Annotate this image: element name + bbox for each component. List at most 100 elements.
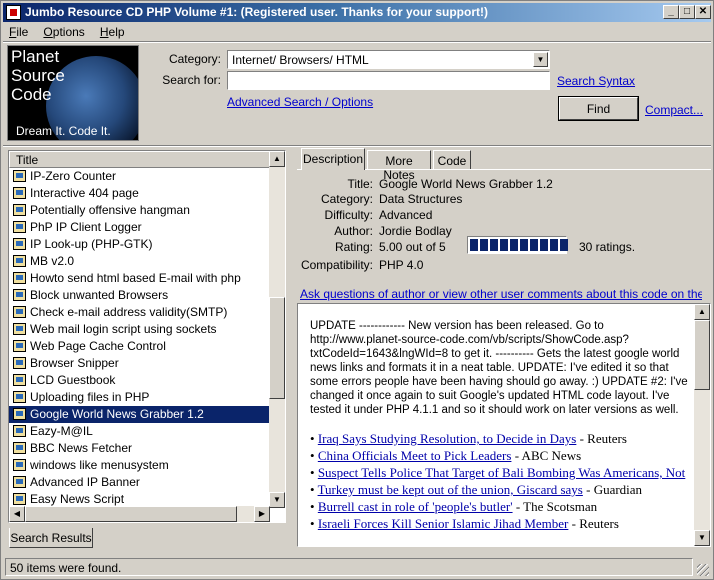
result-list-item[interactable]: Uploading files in PHP xyxy=(9,389,270,406)
scroll-down-button[interactable]: ▼ xyxy=(269,492,285,508)
result-list-item[interactable]: windows like menusystem xyxy=(9,457,270,474)
news-headline-link[interactable]: Iraq Says Studying Resolution, to Decide… xyxy=(318,431,577,446)
search-input[interactable] xyxy=(227,71,550,90)
find-button[interactable]: Find xyxy=(559,97,638,120)
tab-search-results[interactable]: Search Results xyxy=(9,528,93,548)
code-file-icon xyxy=(13,323,26,335)
news-item: • Suspect Tells Police That Target of Ba… xyxy=(310,464,694,481)
news-headline-link[interactable]: Suspect Tells Police That Target of Bali… xyxy=(318,465,685,480)
news-headline-link[interactable]: Israeli Forces Kill Senior Islamic Jihad… xyxy=(318,516,569,531)
news-headline-link[interactable]: Turkey must be kept out of the union, Gi… xyxy=(318,482,583,497)
category-select[interactable]: Internet/ Browsers/ HTML ▼ xyxy=(227,50,550,69)
menu-options[interactable]: Options xyxy=(37,23,90,41)
result-list-item[interactable]: Potentially offensive hangman xyxy=(9,202,270,219)
code-compatibility: PHP 4.0 xyxy=(379,258,424,272)
news-item: • Iraq Says Studying Resolution, to Deci… xyxy=(310,430,694,447)
menu-file[interactable]: File xyxy=(3,23,34,41)
compatibility-field-label: Compatibility: xyxy=(300,258,373,272)
scroll-right-button[interactable]: ▶ xyxy=(254,506,270,522)
code-file-icon xyxy=(13,289,26,301)
code-file-icon xyxy=(13,476,26,488)
bullet-icon: • xyxy=(310,482,318,497)
code-file-icon xyxy=(13,340,26,352)
content-vertical-scrollbar[interactable]: ▲ ▼ xyxy=(694,304,710,546)
result-list-item[interactable]: IP-Zero Counter xyxy=(9,168,270,185)
result-list-item[interactable]: Howto send html based E-mail with php xyxy=(9,270,270,287)
result-title: windows like menusystem xyxy=(30,458,169,472)
news-source: - ABC News xyxy=(511,448,582,463)
logo-tagline: Dream It. Code It. xyxy=(16,124,111,138)
rating-field-label: Rating: xyxy=(334,240,373,254)
news-source: - Guardian xyxy=(582,482,643,497)
rating-segment xyxy=(500,239,508,251)
code-file-icon xyxy=(13,170,26,182)
result-list-item[interactable]: IP Look-up (PHP-GTK) xyxy=(9,236,270,253)
code-file-icon xyxy=(13,255,26,267)
tab-more-notes[interactable]: More Notes xyxy=(367,150,431,182)
title-column-header[interactable]: Title xyxy=(9,151,270,168)
code-file-icon xyxy=(13,408,26,420)
result-list-item[interactable]: Check e-mail address validity(SMTP) xyxy=(9,304,270,321)
resize-grip-icon[interactable] xyxy=(697,564,709,576)
results-list: IP-Zero Counter Interactive 404 page Poten… xyxy=(9,168,270,508)
menu-divider xyxy=(3,41,711,43)
result-list-item[interactable]: Browser Snipper xyxy=(9,355,270,372)
code-file-icon xyxy=(13,272,26,284)
scroll-thumb[interactable] xyxy=(269,297,285,399)
advanced-search-link[interactable]: Advanced Search / Options xyxy=(227,95,373,109)
category-label: Category: xyxy=(168,52,221,66)
news-list: • Iraq Says Studying Resolution, to Deci… xyxy=(310,430,694,532)
search-syntax-link[interactable]: Search Syntax xyxy=(557,74,635,88)
result-list-item[interactable]: BBC News Fetcher xyxy=(9,440,270,457)
category-value: Internet/ Browsers/ HTML xyxy=(232,53,369,67)
result-list-item[interactable]: Advanced IP Banner xyxy=(9,474,270,491)
menu-help[interactable]: Help xyxy=(94,23,131,41)
result-title: Google World News Grabber 1.2 xyxy=(30,407,204,421)
rating-segment xyxy=(540,239,548,251)
compact-link[interactable]: Compact... xyxy=(645,103,703,117)
code-file-icon xyxy=(13,187,26,199)
result-list-item[interactable]: Interactive 404 page xyxy=(9,185,270,202)
rating-segment xyxy=(530,239,538,251)
content-scroll-down-button[interactable]: ▼ xyxy=(694,530,710,546)
code-file-icon xyxy=(13,357,26,369)
hscroll-thumb[interactable] xyxy=(25,506,237,522)
result-title: Advanced IP Banner xyxy=(30,475,140,489)
category-field-label: Category: xyxy=(320,192,373,206)
code-file-icon xyxy=(13,442,26,454)
news-headline-link[interactable]: Burrell cast in role of 'people's butler… xyxy=(318,499,513,514)
result-title: Web mail login script using sockets xyxy=(30,322,217,336)
difficulty-field-label: Difficulty: xyxy=(324,208,373,222)
results-vertical-scrollbar[interactable]: ▲ ▼ xyxy=(269,151,285,508)
content-scroll-up-button[interactable]: ▲ xyxy=(694,304,710,320)
result-list-item[interactable]: Web mail login script using sockets xyxy=(9,321,270,338)
ask-questions-link[interactable]: Ask questions of author or view other us… xyxy=(300,287,702,301)
result-list-item[interactable]: MB v2.0 xyxy=(9,253,270,270)
status-bar: 50 items were found. xyxy=(3,556,711,578)
result-list-item[interactable]: Block unwanted Browsers xyxy=(9,287,270,304)
chevron-down-icon[interactable]: ▼ xyxy=(533,52,548,67)
tab-code[interactable]: Code xyxy=(433,150,471,170)
result-list-item[interactable]: PhP IP Client Logger xyxy=(9,219,270,236)
result-list-item[interactable]: Google World News Grabber 1.2 xyxy=(9,406,270,423)
minimize-button[interactable]: _ xyxy=(663,5,679,19)
result-list-item[interactable]: Web Page Cache Control xyxy=(9,338,270,355)
app-icon[interactable] xyxy=(6,5,21,20)
maximize-button[interactable]: □ xyxy=(679,5,695,19)
title-bar[interactable]: Jumbo Resource CD PHP Volume #1: (Regist… xyxy=(3,3,711,22)
rating-segment xyxy=(480,239,488,251)
result-list-item[interactable]: LCD Guestbook xyxy=(9,372,270,389)
result-title: Howto send html based E-mail with php xyxy=(30,271,241,285)
scroll-left-button[interactable]: ◀ xyxy=(9,506,25,522)
result-list-item[interactable]: Eazy-M@IL xyxy=(9,423,270,440)
header-divider xyxy=(3,145,711,147)
news-headline-link[interactable]: China Officials Meet to Pick Leaders xyxy=(318,448,512,463)
description-content: UPDATE ------------ New version has been… xyxy=(297,303,711,547)
description-body: UPDATE ------------ New version has been… xyxy=(310,319,694,532)
tab-description[interactable]: Description xyxy=(301,148,365,170)
scroll-up-button[interactable]: ▲ xyxy=(269,151,285,167)
bullet-icon: • xyxy=(310,448,318,463)
close-button[interactable]: ✕ xyxy=(695,5,711,19)
content-scroll-thumb[interactable] xyxy=(694,320,710,390)
results-horizontal-scrollbar[interactable]: ◀ ▶ xyxy=(9,506,270,522)
